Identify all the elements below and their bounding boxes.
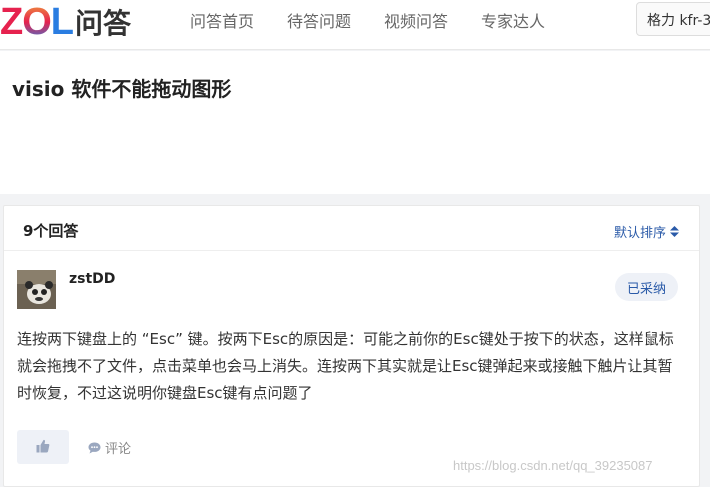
comment-label: 评论 (105, 442, 132, 457)
comment-icon (88, 442, 101, 453)
logo-brand: ZOL (0, 1, 74, 43)
like-button[interactable] (17, 430, 69, 464)
answers-card: 9个回答 默认排序 zstDD 已采纳 连按两下键盘上的 “Esc” 键。按两下… (3, 205, 700, 487)
sort-label: 默认排序 (613, 226, 666, 241)
adopted-badge: 已采纳 (615, 273, 678, 301)
thumbs-up-icon (36, 438, 50, 457)
answers-count: 9个回答 (23, 222, 79, 240)
logo-suffix: 问答 (75, 7, 132, 40)
nav-item-pending[interactable]: 待答问题 (287, 8, 351, 32)
zol-logo[interactable]: ZOL 问答 (0, 2, 131, 42)
sort-updown-icon (670, 226, 679, 237)
question-panel: visio 软件不能拖动图形 (0, 51, 710, 194)
main-nav: 问答首页 待答问题 视频问答 专家达人 (190, 0, 578, 40)
watermark-text: https://blog.csdn.net/qq_39235087 (453, 458, 653, 473)
avatar[interactable] (17, 270, 56, 309)
answer-username[interactable]: zstDD (69, 271, 115, 287)
answers-header: 9个回答 默认排序 (4, 206, 699, 251)
nav-item-home[interactable]: 问答首页 (190, 8, 254, 32)
nav-item-experts[interactable]: 专家达人 (481, 8, 545, 32)
answer-text: 连按两下键盘上的 “Esc” 键。按两下Esc的原因是：可能之前你的Esc键处于… (17, 330, 674, 402)
nav-item-video[interactable]: 视频问答 (384, 8, 448, 32)
comment-button[interactable]: 评论 (88, 438, 131, 457)
search-input[interactable]: 格力 kfr-3 (636, 2, 710, 36)
question-title: visio 软件不能拖动图形 (12, 77, 232, 101)
top-header: ZOL 问答 问答首页 待答问题 视频问答 专家达人 格力 kfr-3 (0, 0, 710, 50)
sort-dropdown[interactable]: 默认排序 (614, 222, 679, 241)
